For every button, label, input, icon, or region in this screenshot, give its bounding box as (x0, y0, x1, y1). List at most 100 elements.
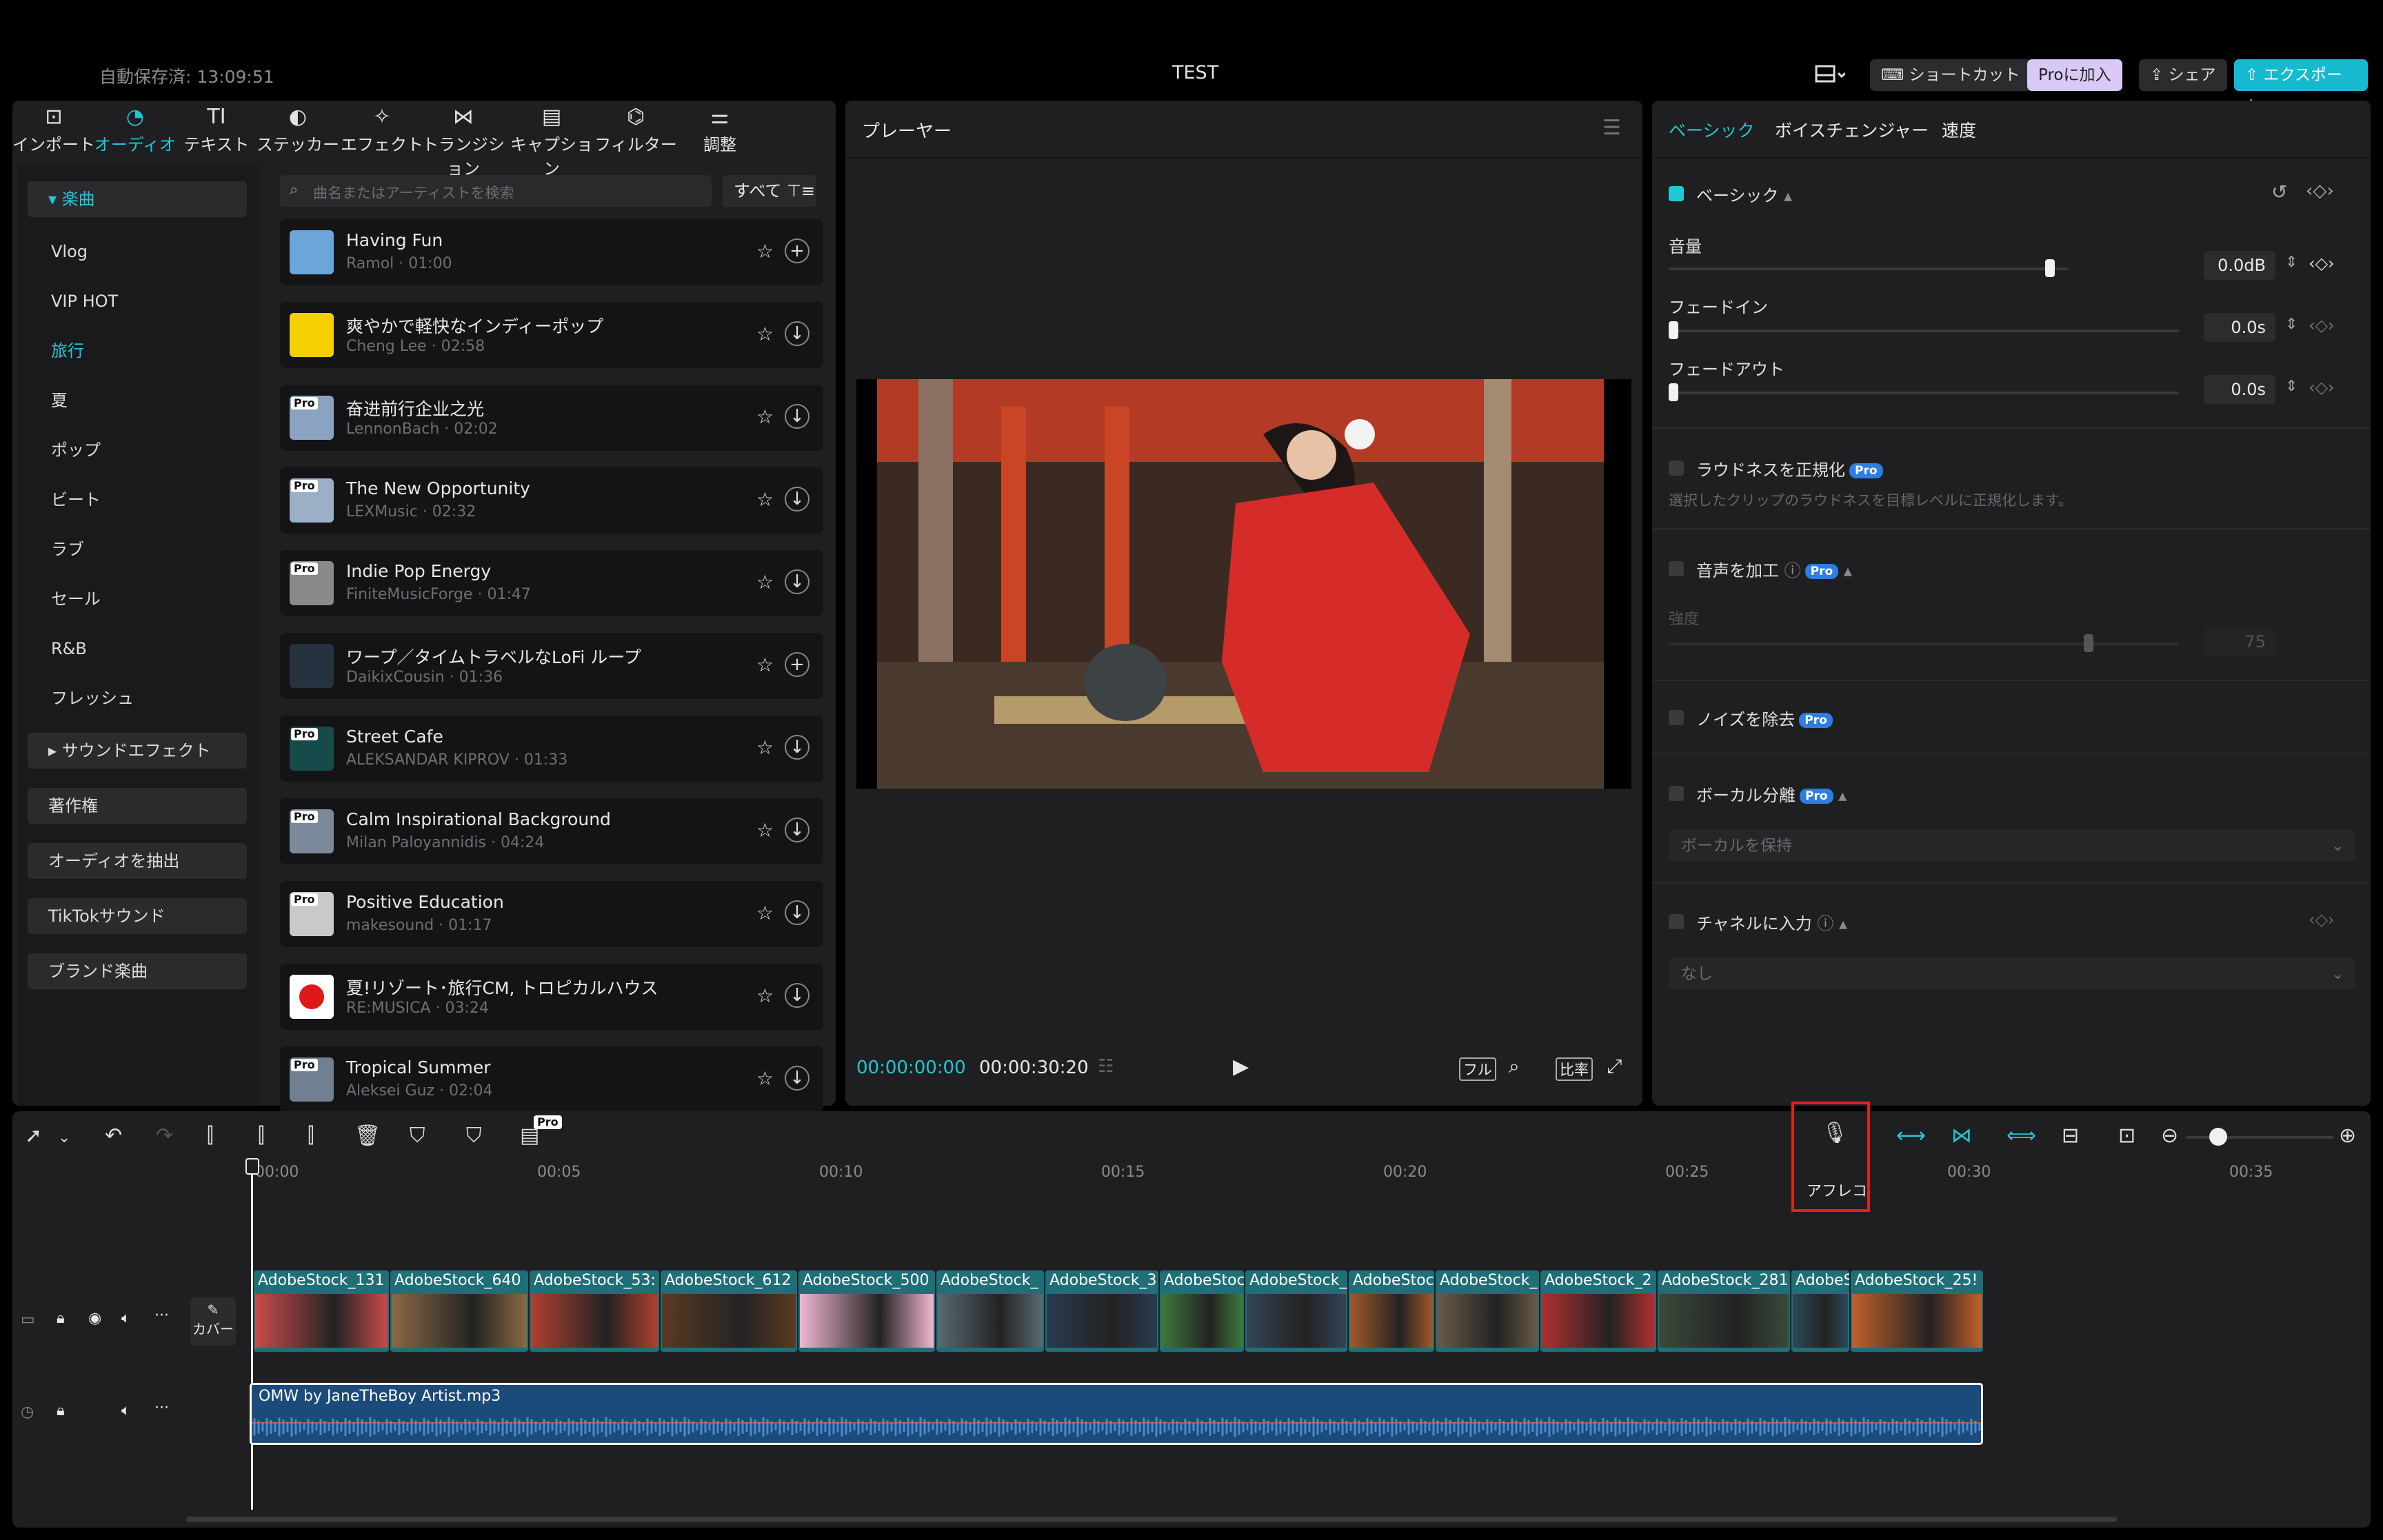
song-item[interactable]: Having Fun Ramol · 01:00 ☆ + (280, 219, 823, 285)
favorite-icon[interactable]: ☆ (756, 984, 774, 1007)
download-icon[interactable]: ↓ (785, 1066, 810, 1091)
favorite-icon[interactable]: ☆ (756, 654, 774, 676)
category-brand[interactable]: ブランド楽曲 (28, 953, 247, 989)
audio-clip[interactable]: OMW by JaneTheBoy Artist.mp3 (250, 1383, 1983, 1445)
video-clip[interactable]: AdobeStock_ (1245, 1270, 1347, 1352)
favorite-icon[interactable]: ☆ (756, 405, 774, 428)
undo-icon[interactable]: ↶ (105, 1124, 122, 1148)
song-item[interactable]: Pro Street Cafe ALEKSANDAR KIPROV · 01:3… (280, 716, 823, 782)
volume-value[interactable]: 0.0dB (2204, 251, 2275, 280)
microphone-icon[interactable]: 🎙 (1822, 1121, 1848, 1145)
pro-join-button[interactable]: Proに加入 (2027, 59, 2122, 91)
chevron-down-icon[interactable]: ⌄ (58, 1129, 70, 1146)
fadeout-value[interactable]: 0.0s (2204, 375, 2275, 404)
zoom-in-icon[interactable]: ⊕ (2339, 1124, 2356, 1148)
lock-icon[interactable]: 🔒︎ (57, 1310, 65, 1327)
vocal-checkbox[interactable] (1669, 786, 1684, 801)
category-item[interactable]: VIP HOT (28, 283, 247, 319)
song-item[interactable]: 爽やかで軽快なインディーポップ Cheng Lee · 02:58 ☆ ↓ (280, 302, 823, 368)
download-icon[interactable]: ↓ (785, 321, 810, 346)
favorite-icon[interactable]: ☆ (756, 240, 774, 263)
keyframe-icon[interactable]: ‹◇› (2309, 378, 2335, 397)
download-icon[interactable]: ↓ (785, 735, 810, 760)
cover-button[interactable]: ✎ カバー (190, 1297, 236, 1346)
more-icon[interactable]: ··· (154, 1399, 169, 1417)
delete-icon[interactable]: 🗑 (354, 1124, 381, 1148)
tab-caption[interactable]: ▤ キャプション (510, 103, 593, 179)
favorite-icon[interactable]: ☆ (756, 736, 774, 759)
timecode-format-icon[interactable]: ☷ (1098, 1056, 1114, 1077)
download-icon[interactable]: ↓ (785, 404, 810, 429)
play-icon[interactable]: ▶ (1233, 1055, 1249, 1079)
zoom-out-icon[interactable]: ⊖ (2161, 1124, 2178, 1148)
favorite-icon[interactable]: ☆ (756, 571, 774, 594)
channel-dropdown[interactable]: なし ⌄ (1669, 958, 2355, 990)
category-sound-effects[interactable]: ▸ サウンドエフェクト (28, 733, 247, 769)
tab-effect[interactable]: ✧ エフェクト (341, 103, 423, 159)
category-copyright[interactable]: 著作権 (28, 788, 247, 824)
download-icon[interactable]: ↓ (785, 569, 810, 594)
video-clip[interactable]: AdobeStoc (1160, 1270, 1244, 1352)
keyframe-icon[interactable]: ‹◇› (2306, 181, 2334, 201)
zoom-fit-icon[interactable]: ⌕ (1509, 1055, 1520, 1078)
snap-icon[interactable]: ⟺ (2007, 1124, 2036, 1148)
song-item[interactable]: 夏!リゾート･旅行CM, トロピカルハウス RE:MUSICA · 03:24 … (280, 964, 823, 1030)
add-icon[interactable]: + (785, 239, 810, 263)
video-clip[interactable]: AdobeStock_25! (1851, 1270, 1983, 1352)
video-clip[interactable]: AdobeStock_2 (1540, 1270, 1656, 1352)
fadein-slider[interactable] (1669, 330, 2179, 332)
favorite-icon[interactable]: ☆ (756, 819, 774, 842)
song-item[interactable]: Pro Positive Education makesound · 01:17… (280, 881, 823, 947)
noise-checkbox[interactable] (1669, 710, 1684, 725)
speaker-icon[interactable]: 🔈︎ (121, 1310, 130, 1327)
video-clip[interactable]: AdobeStock_281 (1658, 1270, 1790, 1352)
full-quality-button[interactable]: フル (1459, 1057, 1496, 1081)
stepper-icon[interactable]: ⇕ (2285, 254, 2297, 271)
category-item[interactable]: 旅行 (28, 333, 247, 369)
reset-icon[interactable]: ↺ (2271, 181, 2287, 203)
select-tool-icon[interactable]: ➚ (25, 1124, 42, 1148)
tab-adjust[interactable]: ⚌ 調整 (678, 103, 761, 159)
stepper-icon[interactable]: ⇕ (2285, 316, 2297, 333)
favorite-icon[interactable]: ☆ (756, 488, 774, 511)
keyframe-icon[interactable]: ‹◇› (2309, 316, 2335, 335)
song-item[interactable]: Pro The New Opportunity LEXMusic · 02:32… (280, 467, 823, 534)
fadein-slider-knob[interactable] (1669, 321, 1678, 339)
marker-add-icon[interactable]: ⛉ (410, 1124, 425, 1148)
magnet-icon[interactable]: ⋈ (1951, 1124, 1972, 1148)
menu-icon[interactable]: ☰ (1602, 116, 1621, 140)
horizontal-scrollbar[interactable] (186, 1517, 2117, 1522)
category-item[interactable]: ラブ (28, 531, 247, 567)
tab-text[interactable]: TI テキスト (175, 103, 258, 159)
video-clip[interactable]: AdobeS (1791, 1270, 1849, 1352)
marker-icon[interactable]: ⛉ (466, 1124, 482, 1148)
stepper-icon[interactable]: ⇕ (2285, 378, 2297, 395)
tab-audio[interactable]: ◔ オーディオ (94, 103, 177, 159)
category-item[interactable]: フレッシュ (28, 680, 247, 716)
keyframe-icon[interactable]: ‹◇› (2309, 254, 2335, 273)
lock-icon[interactable]: 🔒︎ (57, 1402, 65, 1419)
filter-dropdown[interactable]: すべて ⊤≡ (723, 175, 816, 207)
split-right-icon[interactable]: ⫿ (308, 1124, 314, 1148)
fadeout-slider[interactable] (1669, 392, 2179, 394)
link-icon[interactable]: ⟷ (1896, 1124, 1926, 1148)
song-item[interactable]: Pro Tropical Summer Aleksei Guz · 02:04 … (280, 1046, 823, 1113)
video-clip[interactable]: AdobeStock_ (1436, 1270, 1539, 1352)
tab-basic[interactable]: ベーシック (1669, 117, 1755, 142)
zoom-slider[interactable] (2186, 1136, 2333, 1139)
fullscreen-icon[interactable]: ⤢ (1607, 1055, 1622, 1078)
favorite-icon[interactable]: ☆ (756, 902, 774, 924)
tab-sticker[interactable]: ◐ ステッカー (257, 103, 339, 159)
playhead[interactable] (251, 1159, 253, 1510)
song-item[interactable]: Pro Indie Pop Energy FiniteMusicForge · … (280, 550, 823, 616)
channel-checkbox[interactable] (1669, 914, 1684, 929)
video-clip[interactable]: AdobeStock_131 (254, 1270, 389, 1352)
aspect-ratio-button[interactable]: 比率 (1556, 1057, 1593, 1081)
video-clip[interactable]: AdobeStock_500 (798, 1270, 935, 1352)
zoom-slider-knob[interactable] (2209, 1128, 2227, 1146)
loudness-checkbox[interactable] (1669, 460, 1684, 476)
fadein-value[interactable]: 0.0s (2204, 313, 2275, 342)
split-left-icon[interactable]: ⫿ (258, 1124, 265, 1148)
song-item[interactable]: Pro 奋进前行企业之光 LennonBach · 02:02 ☆ ↓ (280, 385, 823, 451)
category-item[interactable]: 夏 (28, 383, 247, 418)
